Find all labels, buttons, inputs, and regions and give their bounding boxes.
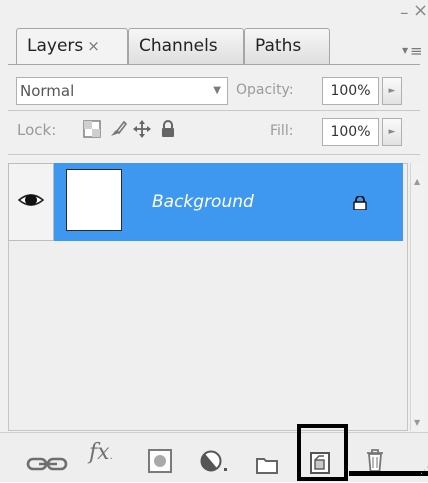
layer-lock-icon xyxy=(353,196,367,210)
link-layers-icon[interactable] xyxy=(26,446,70,482)
blend-mode-value: Normal xyxy=(20,82,75,100)
fill-field[interactable]: 100% xyxy=(322,118,379,146)
scroll-up-icon[interactable]: ▲ xyxy=(414,177,420,186)
menu-lines-icon: ≡ xyxy=(410,42,423,60)
minimize-button[interactable]: – xyxy=(400,5,409,22)
layers-panel: – × ▼ ≡ Layers × Channels Paths Normal ▼ … xyxy=(0,0,428,483)
fx-dropdown-icon: . xyxy=(109,451,113,462)
lock-image-pixels-icon[interactable] xyxy=(108,119,128,139)
highlight-annotation-box xyxy=(297,424,348,481)
fx-label: fx xyxy=(89,440,110,465)
scroll-down-icon[interactable]: ▼ xyxy=(414,418,420,427)
divider xyxy=(8,110,420,111)
layer-visibility-toggle[interactable] xyxy=(8,163,54,241)
tab-channels-label: Channels xyxy=(139,36,218,56)
panel-menu-button[interactable]: ▼ ≡ xyxy=(400,42,424,62)
divider xyxy=(8,154,420,155)
tab-layers[interactable]: Layers × xyxy=(16,28,128,65)
opacity-field[interactable]: 100% xyxy=(322,77,379,105)
lock-transparent-pixels-icon[interactable] xyxy=(82,119,102,139)
new-group-icon[interactable] xyxy=(255,447,279,483)
chevron-down-icon: ▼ xyxy=(213,85,221,96)
layers-scrollbar[interactable] xyxy=(410,163,425,431)
fill-slider-button[interactable]: ► xyxy=(382,118,402,146)
resize-grip-icon[interactable]: ⋰ xyxy=(420,466,428,476)
tab-layers-label: Layers xyxy=(27,36,84,56)
tab-paths-label: Paths xyxy=(255,36,302,56)
menu-arrow-icon: ▼ xyxy=(402,46,409,55)
layer-thumbnail xyxy=(66,169,122,231)
eye-icon xyxy=(18,194,44,206)
highlight-annotation-line xyxy=(349,471,428,476)
tab-close-icon[interactable]: × xyxy=(87,37,100,55)
tab-paths[interactable]: Paths xyxy=(244,28,330,64)
opacity-label: Opacity: xyxy=(236,82,294,98)
adjustment-layer-icon[interactable] xyxy=(199,444,231,480)
layer-name[interactable]: Background xyxy=(152,192,254,212)
blend-mode-select[interactable]: Normal ▼ xyxy=(16,77,228,105)
lock-position-icon[interactable] xyxy=(132,119,152,139)
fill-label: Fill: xyxy=(270,123,294,139)
lock-label: Lock: xyxy=(17,121,57,139)
tab-strip-line xyxy=(8,64,420,65)
tab-channels[interactable]: Channels xyxy=(128,28,244,64)
layer-style-fx-icon[interactable]: fx. xyxy=(89,440,129,476)
opacity-slider-button[interactable]: ► xyxy=(382,77,402,105)
close-panel-button[interactable]: × xyxy=(413,2,428,20)
lock-all-icon[interactable] xyxy=(158,119,178,139)
layer-mask-icon[interactable] xyxy=(147,443,173,479)
